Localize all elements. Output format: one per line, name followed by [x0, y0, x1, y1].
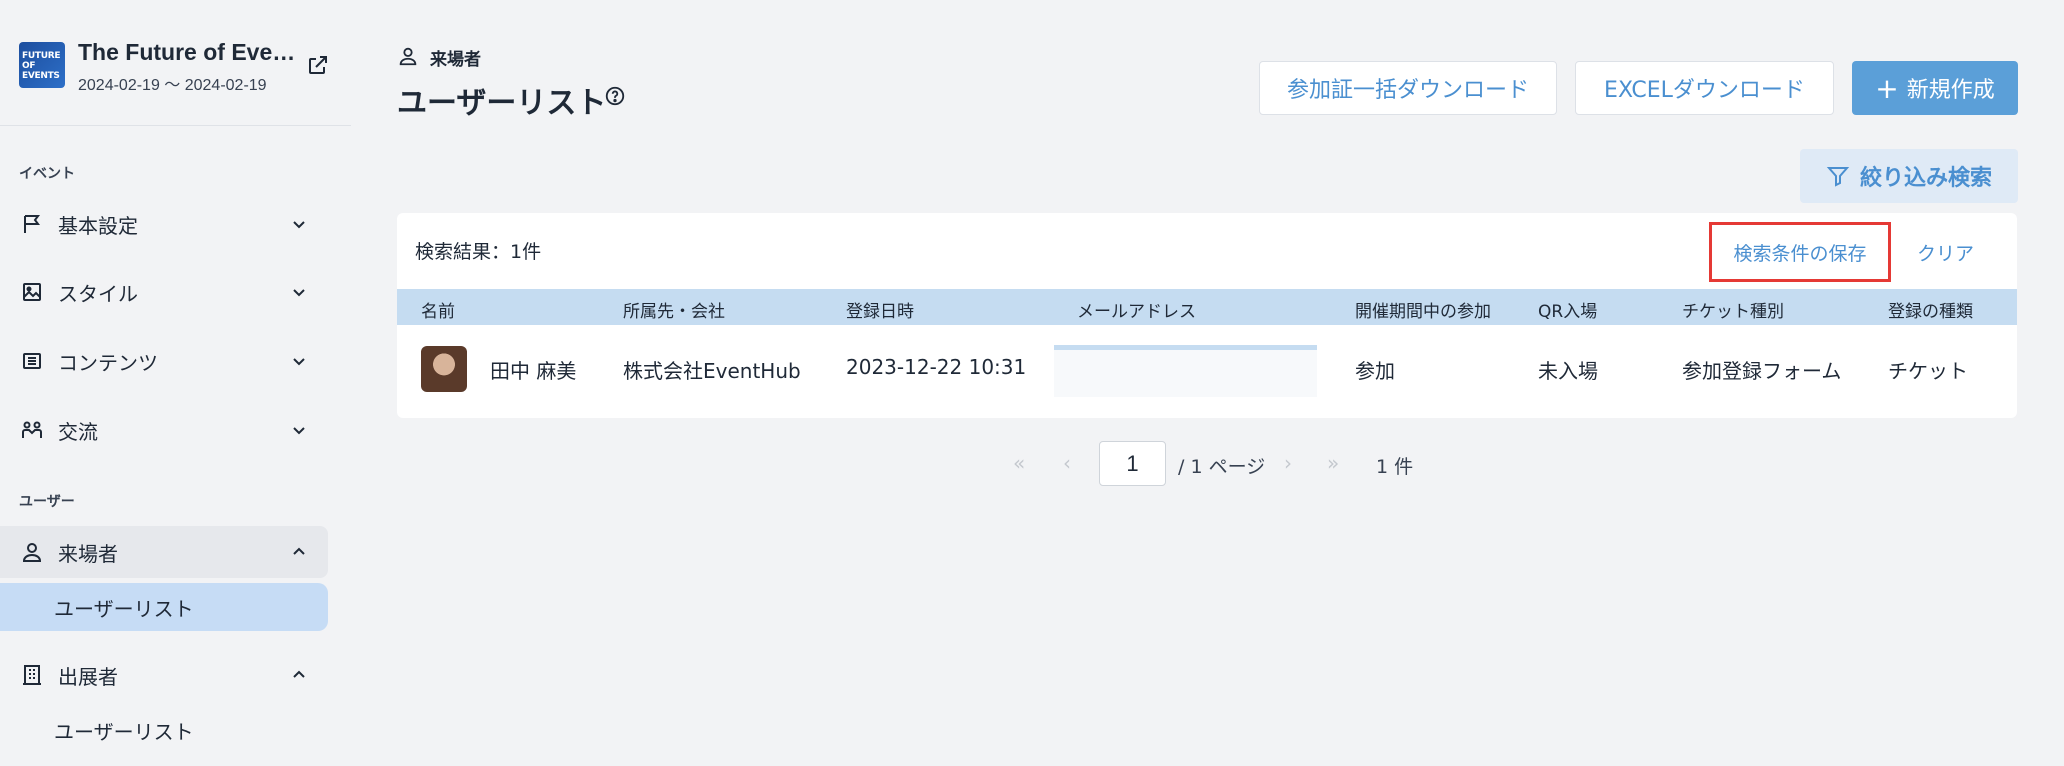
- building-icon: [23, 665, 41, 685]
- result-count: 検索結果：1件: [415, 241, 542, 263]
- filter-search-label: 絞り込み検索: [1859, 166, 1992, 191]
- chevron-down-icon: [293, 427, 305, 435]
- chevron-down-icon: [293, 289, 305, 297]
- list-icon: [23, 353, 41, 369]
- column-header[interactable]: 開催期間中の参加: [1355, 297, 1491, 322]
- bulk-download-button[interactable]: 参加証一括ダウンロード: [1259, 61, 1557, 115]
- help-icon[interactable]: [604, 85, 626, 107]
- event-title: The Future of Eve…: [78, 39, 296, 65]
- person-icon: [22, 543, 42, 562]
- column-header[interactable]: 所属先・会社: [623, 297, 725, 322]
- people-icon: [22, 421, 42, 438]
- first-page-icon[interactable]: «: [1013, 451, 1025, 475]
- sidebar-subitem-label: ユーザーリスト: [54, 719, 194, 744]
- person-icon: [399, 47, 417, 66]
- total-count: 1 件: [1376, 456, 1414, 478]
- chevron-up-icon: [293, 547, 305, 555]
- next-page-icon[interactable]: ›: [1284, 451, 1292, 475]
- sidebar-subitem-exhibitor-user-list[interactable]: ユーザーリスト: [0, 706, 328, 754]
- image-icon: [23, 283, 41, 301]
- chevron-down-icon: [293, 221, 305, 229]
- chevron-down-icon: [293, 358, 305, 366]
- section-label-user: ユーザー: [19, 494, 75, 510]
- sidebar-item-label: コンテンツ: [58, 350, 158, 375]
- cell-email-redacted: [1054, 345, 1317, 397]
- chevron-up-icon: [293, 670, 305, 678]
- cell-ticket-type: 参加登録フォーム: [1682, 359, 1842, 383]
- breadcrumb: 来場者: [430, 50, 481, 70]
- excel-download-button[interactable]: EXCELダウンロード: [1575, 61, 1834, 115]
- sidebar-subitem-label: ユーザーリスト: [54, 596, 194, 621]
- results-card: 検索結果：1件 検索条件の保存 クリア 名前 所属先・会社 登録日時 メールアド…: [397, 213, 2017, 418]
- cell-company: 株式会社EventHub: [623, 359, 801, 383]
- column-header[interactable]: QR入場: [1538, 297, 1597, 322]
- column-header[interactable]: 登録日時: [846, 297, 914, 322]
- create-button[interactable]: + 新規作成: [1852, 61, 2018, 115]
- table-row[interactable]: 田中 麻美 株式会社EventHub 2023-12-22 10:31 参加 未…: [397, 325, 2017, 413]
- event-dates: 2024-02-19 〜 2024-02-19: [78, 77, 267, 94]
- sidebar-item-style[interactable]: スタイル: [0, 266, 328, 318]
- table-header: 名前 所属先・会社 登録日時 メールアドレス 開催期間中の参加 QR入場 チケッ…: [397, 289, 2017, 325]
- sidebar-item-visitors[interactable]: 来場者: [0, 526, 328, 578]
- page-number-input[interactable]: [1099, 441, 1166, 486]
- sidebar-subitem-visitor-user-list[interactable]: ユーザーリスト: [0, 583, 328, 631]
- sidebar-item-contents[interactable]: コンテンツ: [0, 335, 328, 387]
- column-header[interactable]: チケット種別: [1682, 297, 1784, 322]
- sidebar-item-label: スタイル: [58, 281, 138, 306]
- cell-participation: 参加: [1355, 359, 1395, 383]
- flag-icon: [24, 215, 40, 233]
- page-title: ユーザーリスト: [397, 86, 607, 121]
- clear-button[interactable]: クリア: [1917, 239, 1974, 266]
- total-pages: / 1 ページ: [1178, 456, 1266, 478]
- column-header[interactable]: 名前: [421, 297, 455, 322]
- save-search-condition-button[interactable]: 検索条件の保存: [1709, 222, 1891, 282]
- sidebar-item-label: 交流: [58, 419, 98, 444]
- sidebar-item-label: 基本設定: [58, 213, 138, 238]
- last-page-icon[interactable]: »: [1327, 451, 1339, 475]
- prev-page-icon[interactable]: ‹: [1063, 451, 1071, 475]
- cell-qr-entry: 未入場: [1538, 359, 1598, 383]
- column-header[interactable]: メールアドレス: [1077, 297, 1196, 322]
- filter-icon: [1826, 167, 1850, 187]
- sidebar-item-basic-settings[interactable]: 基本設定: [0, 198, 328, 250]
- column-header[interactable]: 登録の種類: [1888, 297, 1973, 322]
- cell-registration-type: チケット: [1888, 359, 1968, 383]
- sidebar-item-exhibitors[interactable]: 出展者: [0, 649, 328, 701]
- create-button-label: 新規作成: [1906, 78, 1995, 103]
- section-label-event: イベント: [19, 166, 75, 182]
- sidebar-item-networking[interactable]: 交流: [0, 404, 328, 456]
- sidebar-item-label: 来場者: [58, 541, 118, 566]
- cell-registered-at: 2023-12-22 10:31: [846, 355, 1027, 379]
- plus-icon: +: [1875, 71, 1899, 105]
- cell-name: 田中 麻美: [490, 359, 577, 383]
- avatar: [421, 346, 467, 392]
- event-header: FUTURE OF EVENTS The Future of Eve… 2024-…: [0, 0, 351, 126]
- sidebar: FUTURE OF EVENTS The Future of Eve… 2024-…: [0, 0, 351, 766]
- event-logo: FUTURE OF EVENTS: [19, 42, 65, 88]
- filter-search-button[interactable]: 絞り込み検索: [1800, 149, 2018, 203]
- sidebar-item-label: 出展者: [58, 664, 118, 689]
- external-link-icon[interactable]: [306, 53, 330, 77]
